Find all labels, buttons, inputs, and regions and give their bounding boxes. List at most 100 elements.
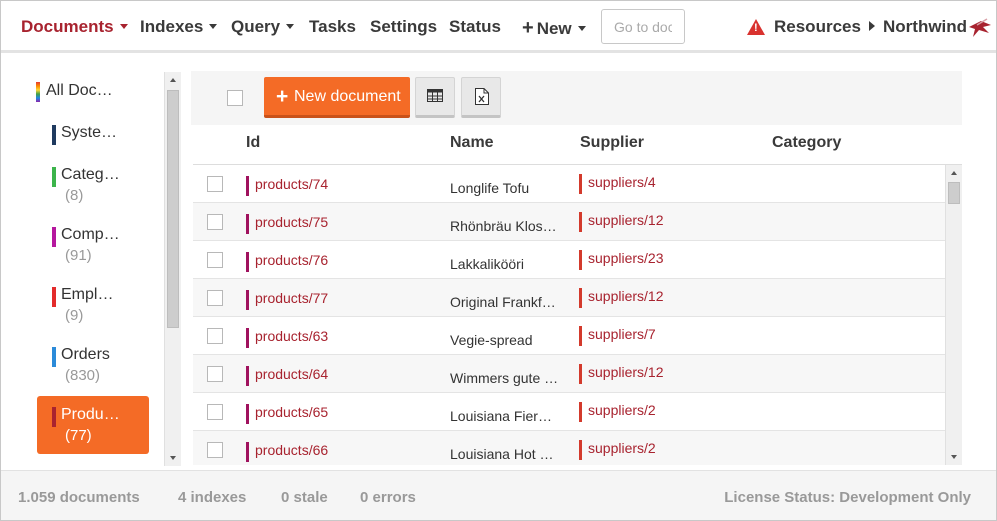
top-navbar: Documents Indexes Query Tasks Settings S… [1,1,996,53]
table-view-button[interactable] [415,77,455,118]
row-checkbox[interactable] [207,328,223,344]
nav-documents[interactable]: Documents [21,17,128,37]
sidebar-scrollbar[interactable] [164,72,181,466]
sidebar-item-label: Produ… [61,406,120,423]
nav-new[interactable]: + New [522,17,586,40]
sidebar-item-employees[interactable]: Empl… (9) [37,276,149,334]
document-id-link[interactable]: products/74 [246,176,328,196]
sidebar-item-categories[interactable]: Categ… (8) [37,156,149,214]
table-row[interactable]: products/64 Wimmers gute … suppliers/12 [193,355,945,393]
new-document-label: New document [294,88,401,105]
sidebar-item-label: Orders [61,346,110,363]
documents-grid: products/74 Longlife Tofu suppliers/4 pr… [193,165,945,465]
supplier-link[interactable]: suppliers/2 [579,440,656,460]
export-excel-button[interactable] [461,77,501,118]
warning-triangle-icon[interactable]: ! [747,19,765,35]
supplier-link[interactable]: suppliers/12 [579,212,664,232]
table-row[interactable]: products/75 Rhönbräu Klos… suppliers/12 [193,203,945,241]
sidebar-item-count: (8) [65,187,84,204]
document-id-link[interactable]: products/64 [246,366,328,386]
nav-resources[interactable]: Resources [774,17,875,37]
footer-stale-count[interactable]: 0 stale [281,489,328,506]
row-checkbox[interactable] [207,366,223,382]
sidebar-item-count: (77) [65,427,92,444]
scrollbar-thumb[interactable] [167,90,179,328]
column-header-supplier[interactable]: Supplier [580,134,644,152]
row-checkbox[interactable] [207,214,223,230]
supplier-link[interactable]: suppliers/7 [579,326,656,346]
table-row[interactable]: products/74 Longlife Tofu suppliers/4 [193,165,945,203]
sidebar-item-orders[interactable]: Orders (830) [37,336,149,394]
table-row[interactable]: products/76 Lakkalikööri suppliers/23 [193,241,945,279]
plus-icon: + [276,85,289,108]
goto-document-input[interactable] [601,9,685,44]
table-row[interactable]: products/66 Louisiana Hot … suppliers/2 [193,431,945,465]
column-header-id[interactable]: Id [246,134,260,152]
document-id-link[interactable]: products/66 [246,442,328,462]
supplier-link[interactable]: suppliers/23 [579,250,664,270]
footer-documents-count: 1.059 documents [18,489,140,506]
supplier-link[interactable]: suppliers/2 [579,402,656,422]
nav-tasks-label: Tasks [309,17,356,36]
collection-color-bar [52,347,56,367]
document-id-link[interactable]: products/63 [246,328,328,348]
row-checkbox[interactable] [207,442,223,458]
nav-indexes[interactable]: Indexes [140,17,218,37]
row-checkbox[interactable] [207,176,223,192]
nav-indexes-label: Indexes [140,17,204,36]
document-id-link[interactable]: products/76 [246,252,328,272]
sidebar-item-products[interactable]: Produ… (77) [37,396,149,454]
sidebar-item-all-documents[interactable]: All Doc… [46,82,113,100]
excel-export-icon [475,88,489,105]
scroll-up-arrow-icon[interactable] [951,171,957,175]
document-id-link[interactable]: products/75 [246,214,328,234]
collection-color-bar [52,227,56,247]
row-checkbox[interactable] [207,404,223,420]
new-document-button[interactable]: + New document [264,77,410,118]
cell-name: Lakkalikööri [450,256,524,272]
sidebar-item-label: Categ… [61,166,120,183]
nav-documents-label: Documents [21,17,114,36]
nav-resources-label: Resources [774,17,861,36]
supplier-link[interactable]: suppliers/12 [579,364,664,384]
document-id-link[interactable]: products/77 [246,290,328,310]
chevron-down-icon [209,23,218,29]
cell-name: Louisiana Hot … [450,446,554,462]
cell-name: Rhönbräu Klos… [450,218,557,234]
chevron-down-icon [286,23,295,29]
row-checkbox[interactable] [207,290,223,306]
nav-query-label: Query [231,17,281,36]
select-all-checkbox[interactable] [227,90,243,106]
ravendb-logo-icon [969,18,991,37]
all-documents-color-bar [36,82,40,102]
table-row[interactable]: products/77 Original Frankf… suppliers/1… [193,279,945,317]
sidebar-item-label: Comp… [61,226,120,243]
column-header-category[interactable]: Category [772,134,841,152]
table-row[interactable]: products/65 Louisiana Fier… suppliers/2 [193,393,945,431]
nav-settings-label: Settings [370,17,438,36]
table-row[interactable]: products/63 Vegie-spread suppliers/7 [193,317,945,355]
chevron-down-icon [119,23,128,29]
document-id-link[interactable]: products/65 [246,404,328,424]
grid-scrollbar[interactable] [945,165,962,465]
supplier-link[interactable]: suppliers/4 [579,174,656,194]
footer-errors-count[interactable]: 0 errors [360,489,416,506]
scroll-up-arrow-icon[interactable] [170,78,176,82]
column-header-name[interactable]: Name [450,134,494,152]
sidebar-item-count: (9) [65,307,84,324]
sidebar-item-count: (830) [65,367,101,384]
supplier-link[interactable]: suppliers/12 [579,288,664,308]
scrollbar-thumb[interactable] [948,182,960,204]
scroll-down-arrow-icon[interactable] [170,456,176,460]
nav-query[interactable]: Query [231,17,295,37]
nav-status[interactable]: Status [449,17,501,37]
sidebar-item-companies[interactable]: Comp… (91) [37,216,149,274]
footer-indexes-count[interactable]: 4 indexes [178,489,246,506]
nav-settings[interactable]: Settings [370,17,437,37]
nav-new-label: New [536,19,572,38]
nav-database[interactable]: Northwind [883,17,967,37]
nav-tasks[interactable]: Tasks [309,17,356,37]
row-checkbox[interactable] [207,252,223,268]
footer-license-status[interactable]: License Status: Development Only [724,489,971,506]
scroll-down-arrow-icon[interactable] [951,455,957,459]
